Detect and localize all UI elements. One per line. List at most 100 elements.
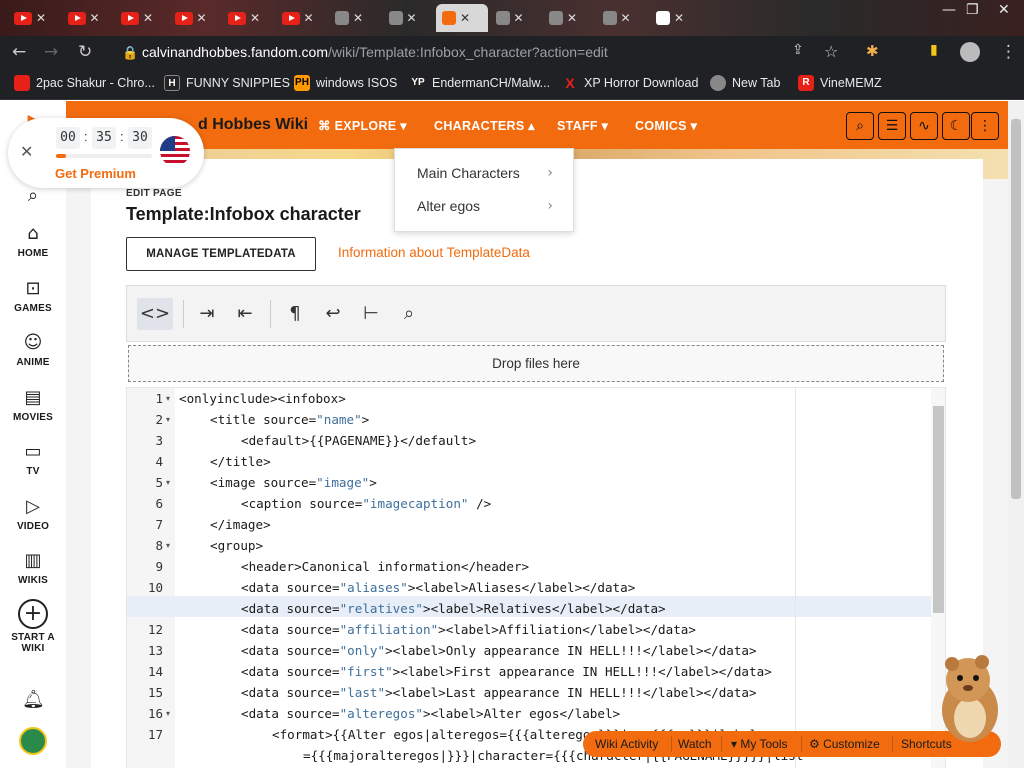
bookmark-funny-snippies[interactable]: H FUNNY SNIPPIES [164, 75, 290, 91]
close-tab-icon[interactable]: ✕ [304, 11, 314, 25]
close-tab-icon[interactable]: ✕ [514, 11, 524, 25]
manage-templatedata-button[interactable]: MANAGE TEMPLATEDATA [126, 237, 316, 271]
code-editor[interactable]: 1▾2▾345▾678▾910111213141516▾17 <onlyincl… [126, 387, 946, 768]
my-tools-button[interactable]: ▾ My Tools [731, 737, 788, 751]
nav-staff[interactable]: STAFF ▾ [557, 118, 608, 133]
rail-item-home[interactable]: ⌂ HOME [0, 223, 66, 259]
back-icon[interactable]: ← [12, 42, 26, 62]
browser-tab[interactable]: ✕ [222, 4, 274, 32]
bookmark-xp-horror[interactable]: X XP Horror Download [562, 75, 698, 91]
code-line[interactable]: <title source="name"> [210, 412, 369, 427]
line-numbers-icon[interactable]: ⊢ [353, 298, 389, 330]
code-line[interactable]: </image> [210, 517, 271, 532]
browser-tab[interactable]: ✕ [597, 4, 649, 32]
code-line[interactable]: <image source="image"> [210, 475, 377, 490]
fold-arrow-icon[interactable]: ▾ [166, 415, 170, 424]
wiki-title[interactable]: d Hobbes Wiki [198, 116, 308, 134]
browser-tab[interactable]: ✕ [436, 4, 488, 32]
close-tab-icon[interactable]: ✕ [407, 11, 417, 25]
code-line[interactable]: <data source="alteregos"><label>Alter eg… [241, 706, 620, 721]
fold-arrow-icon[interactable]: ▾ [166, 709, 170, 718]
nav-characters[interactable]: CHARACTERS ▴ [434, 118, 535, 133]
fold-arrow-icon[interactable]: ▾ [166, 394, 170, 403]
code-line[interactable]: <data source="first"><label>First appear… [241, 664, 772, 679]
search-icon[interactable]: ⌕ [391, 298, 427, 330]
pilcrow-icon[interactable]: ¶ [277, 298, 313, 330]
nav-explore[interactable]: ⌘ EXPLORE ▾ [318, 118, 407, 133]
close-tab-icon[interactable]: ✕ [674, 11, 684, 25]
browser-tab[interactable]: ✕ [490, 4, 542, 32]
browser-tab[interactable]: ✕ [169, 4, 221, 32]
browser-tab[interactable]: ✕ [115, 4, 167, 32]
reload-icon[interactable]: ↻ [78, 42, 92, 62]
more-icon[interactable]: ⋮ [971, 112, 999, 140]
dropdown-item-main-characters[interactable]: Main Characters [417, 165, 520, 181]
rail-notifications[interactable]: 🔔︎ [0, 689, 66, 711]
indent-icon[interactable]: ⇥ [189, 298, 225, 330]
rail-item-start-wiki[interactable]: + START A WIKI [0, 599, 66, 654]
wiki-activity-button[interactable]: Wiki Activity [595, 737, 658, 751]
rail-item-tv[interactable]: ▭ TV [0, 441, 66, 477]
share-icon[interactable]: ⇪ [792, 42, 804, 58]
close-tab-icon[interactable]: ✕ [621, 11, 631, 25]
rail-item-wikis[interactable]: ▥ WIKIS [0, 550, 66, 586]
url-bar[interactable]: 🔒 calvinandhobbes.fandom.com/wiki/Templa… [110, 40, 850, 65]
browser-tab[interactable]: ✕ [650, 4, 702, 32]
window-close-icon[interactable]: ✕ [998, 2, 1010, 18]
watch-button[interactable]: Watch [678, 737, 712, 751]
dropdown-item-alter-egos[interactable]: Alter egos [417, 198, 480, 214]
code-line[interactable]: </title> [210, 454, 271, 469]
close-tab-icon[interactable]: ✕ [567, 11, 577, 25]
code-line[interactable]: <group> [210, 538, 263, 553]
close-tab-icon[interactable]: ✕ [353, 11, 363, 25]
close-tab-icon[interactable]: ✕ [90, 11, 100, 25]
maximize-icon[interactable]: ❐ [966, 2, 979, 18]
activity-icon[interactable]: ∿ [910, 112, 938, 140]
get-premium-link[interactable]: Get Premium [55, 166, 136, 181]
code-line[interactable]: <default>{{PAGENAME}}</default> [241, 433, 476, 448]
fold-arrow-icon[interactable]: ▾ [166, 478, 170, 487]
code-line[interactable]: <caption source="imagecaption" /> [241, 496, 491, 511]
fold-arrow-icon[interactable]: ▾ [166, 541, 170, 550]
menu-icon[interactable]: ⋮ [1000, 42, 1017, 62]
rail-search[interactable]: ⌕ [0, 185, 66, 207]
us-flag-icon[interactable] [160, 136, 190, 166]
close-icon[interactable]: ✕ [20, 142, 33, 161]
rail-item-games[interactable]: ⊡ GAMES [0, 278, 66, 314]
extensions-icon[interactable]: ✱ [866, 42, 879, 60]
close-tab-icon[interactable]: ✕ [143, 11, 153, 25]
browser-tab[interactable]: ✕ [276, 4, 328, 32]
page-scroll-thumb[interactable] [1011, 119, 1021, 499]
code-line[interactable]: <data source="last"><label>Last appearan… [241, 685, 757, 700]
bookmark-endermanch[interactable]: YP EndermanCH/Malw... [410, 75, 550, 91]
sidepanel-icon[interactable]: ▮ [930, 42, 938, 58]
browser-tab[interactable]: ✕ [8, 4, 60, 32]
code-line[interactable]: <onlyinclude><infobox> [179, 391, 346, 406]
minimize-icon[interactable]: — [942, 2, 956, 18]
code-line[interactable]: <data source="relatives"><label>Relative… [241, 601, 666, 616]
close-tab-icon[interactable]: ✕ [197, 11, 207, 25]
close-tab-icon[interactable]: ✕ [250, 11, 260, 25]
bookmark-2pac[interactable]: 2pac Shakur - Chro... [14, 75, 155, 91]
outdent-icon[interactable]: ⇤ [227, 298, 263, 330]
code-line[interactable]: <data source="aliases"><label>Aliases</l… [241, 580, 635, 595]
forward-icon[interactable]: → [44, 42, 58, 62]
drop-files-zone[interactable]: Drop files here [128, 345, 944, 382]
bookmark-windows-isos[interactable]: PH windows ISOS [294, 75, 397, 91]
rail-avatar[interactable] [0, 727, 66, 755]
close-tab-icon[interactable]: ✕ [36, 11, 46, 25]
browser-tab[interactable]: ✕ [383, 4, 435, 32]
wrap-icon[interactable]: ↩ [315, 298, 351, 330]
rail-item-video[interactable]: ▷ VIDEO [0, 496, 66, 532]
editor-scroll-thumb[interactable] [933, 406, 944, 613]
close-tab-icon[interactable]: ✕ [460, 11, 470, 25]
search-icon[interactable]: ⌕ [846, 112, 874, 140]
code-line[interactable]: <header>Canonical information</header> [241, 559, 529, 574]
rail-item-anime[interactable]: ☺ ANIME [0, 332, 66, 368]
profile-icon[interactable] [960, 42, 980, 62]
code-toggle-icon[interactable]: <> [137, 298, 173, 330]
theme-toggle-icon[interactable]: ☾ [942, 112, 970, 140]
bookmark-star-icon[interactable]: ☆ [824, 42, 838, 61]
browser-tab[interactable]: ✕ [62, 4, 114, 32]
discussions-icon[interactable]: ☰ [878, 112, 906, 140]
